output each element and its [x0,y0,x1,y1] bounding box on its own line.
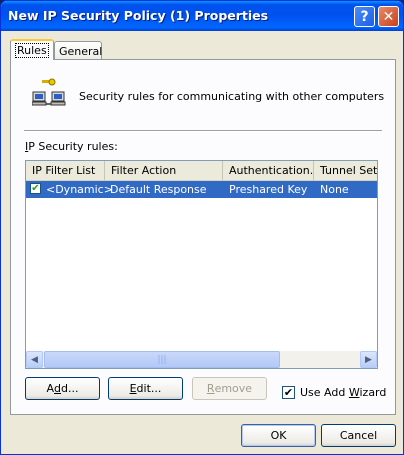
window-title: New IP Security Policy (1) Properties [8,8,269,23]
scroll-thumb[interactable]: ||| [44,351,280,368]
wizard-label-post: izard [359,386,387,399]
add-button-text-pre: A [46,382,55,395]
cell-authentication: Preshared Key [229,183,308,196]
column-header-ip-filter-list[interactable]: IP Filter List [26,161,105,180]
grip-icon: ||| [157,354,167,365]
remove-button-text: emove [214,382,253,395]
rule-checkbox[interactable]: ✔ [30,183,41,194]
horizontal-scrollbar[interactable]: ◀ ||| ▶ [26,351,377,368]
checkmark-icon: ✔ [31,183,40,194]
title-bar[interactable]: New IP Security Policy (1) Properties ? … [1,1,403,31]
edit-button[interactable]: Edit... [108,377,183,400]
checkmark-icon: ✔ [283,386,294,399]
cell-filter-action: Default Response [110,183,207,196]
list-header: IP Filter List Filter Action Authenticat… [26,161,377,181]
info-text: Security rules for communicating with ot… [79,90,385,103]
ok-button[interactable]: OK [241,424,316,447]
column-header-filter-action[interactable]: Filter Action [105,161,223,180]
table-row[interactable]: ✔ <Dynamic> Default Response Preshared K… [26,181,377,198]
ip-security-rules-label: IP Security rules: [25,140,118,153]
close-button[interactable]: ✕ [378,6,399,27]
rules-label-rest: P Security rules: [28,140,118,153]
add-button-text-post: d... [61,382,79,395]
tab-general[interactable]: General [54,41,102,60]
close-icon: ✕ [382,8,395,25]
add-button[interactable]: Ad d... [25,377,100,400]
use-add-wizard-checkbox[interactable]: ✔ [282,386,295,399]
separator [24,130,382,132]
chevron-left-icon: ◀ [31,354,38,365]
tab-general-label: General [59,45,103,58]
remove-button[interactable]: Remove [192,377,267,400]
use-add-wizard-label[interactable]: Use Add Wizard [300,386,386,399]
edit-button-accel: E [129,382,137,395]
wizard-label-pre: Use Add [300,386,349,399]
cancel-button[interactable]: Cancel [321,424,396,447]
wizard-label-accel: W [348,386,360,399]
remove-button-accel: R [206,382,215,395]
tab-rules-label: Rules [15,43,49,58]
cell-tunnel: None [320,183,349,196]
column-header-authentication[interactable]: Authentication... [223,161,314,180]
help-icon: ? [360,8,369,25]
edit-button-text: dit... [136,382,162,395]
scroll-left-button[interactable]: ◀ [26,351,43,368]
dialog-window: New IP Security Policy (1) Properties ? … [0,0,404,455]
cell-filter-list: <Dynamic> [46,183,113,196]
network-computers-key-icon [32,78,66,106]
column-header-tunnel-setting[interactable]: Tunnel Setting [314,161,377,180]
add-button-accel: d [54,382,62,395]
scroll-right-button[interactable]: ▶ [360,351,377,368]
rules-list-view[interactable]: IP Filter List Filter Action Authenticat… [25,160,378,369]
chevron-right-icon: ▶ [365,354,372,365]
help-button[interactable]: ? [354,6,375,27]
tab-rules[interactable]: Rules [10,39,54,60]
